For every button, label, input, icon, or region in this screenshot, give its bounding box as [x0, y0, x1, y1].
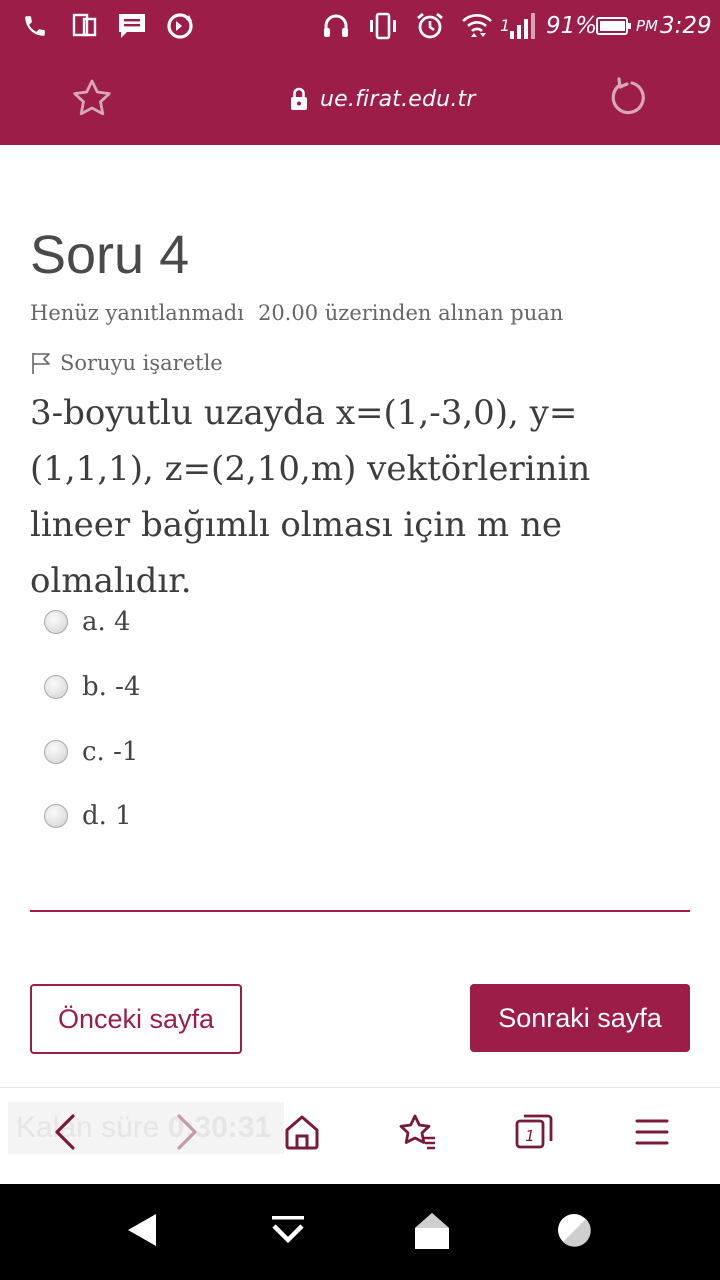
bookmarks-icon[interactable]: [396, 1110, 440, 1154]
system-nav-bar: [0, 1184, 720, 1280]
answer-label: b. -4: [82, 672, 141, 702]
answer-label: a. 4: [82, 607, 131, 637]
url-text: ue.firat.edu.tr: [320, 86, 476, 112]
hide-keyboard-icon[interactable]: [268, 1212, 308, 1252]
flag-label: Soruyu işaretle: [60, 351, 223, 375]
battery-icon: [596, 10, 632, 42]
question-content: Soru 4 Henüz yanıtlanmadı 20.00 üzerinden…: [0, 145, 720, 1087]
battery-percent: 91%: [546, 13, 598, 39]
signal-label: 1: [500, 16, 511, 35]
alarm-icon: [414, 10, 446, 42]
previous-page-button[interactable]: Önceki sayfa: [30, 984, 242, 1054]
phone-icon: [20, 10, 50, 42]
question-meta: Henüz yanıtlanmadı 20.00 üzerinden alınan…: [30, 301, 563, 325]
star-icon[interactable]: [70, 76, 114, 120]
vibrate-icon: [366, 10, 400, 42]
flag-icon: [32, 353, 50, 374]
headset-icon: [320, 10, 352, 42]
radio-button[interactable]: [44, 675, 68, 699]
wifi-icon: [460, 10, 494, 42]
answer-label: d. 1: [82, 801, 132, 831]
reload-icon[interactable]: [606, 76, 650, 120]
home-pentagon-icon[interactable]: [414, 1212, 454, 1252]
url-row: ue.firat.edu.tr: [0, 52, 720, 145]
radio-button[interactable]: [44, 740, 68, 764]
question-title: Soru 4: [30, 225, 190, 285]
answer-label: c. -1: [82, 737, 139, 767]
browser-top-bar: 1 91% PM 3:29 ue.firat.edu.tr: [0, 0, 720, 145]
question-text: 3-boyutlu uzayda x=(1,-3,0), y=(1,1,1), …: [30, 393, 591, 601]
menu-icon[interactable]: [630, 1110, 674, 1154]
radio-button[interactable]: [44, 804, 68, 828]
answer-option-c[interactable]: c. -1: [44, 737, 138, 767]
answer-option-d[interactable]: d. 1: [44, 801, 132, 831]
dual-screen-icon: [70, 10, 100, 42]
answer-option-a[interactable]: a. 4: [44, 607, 131, 637]
message-icon: [116, 10, 148, 42]
url-field[interactable]: ue.firat.edu.tr: [288, 82, 476, 116]
tabs-icon[interactable]: 1: [512, 1110, 556, 1154]
lock-icon: [291, 87, 307, 110]
answer-option-b[interactable]: b. -4: [44, 672, 141, 702]
radio-button[interactable]: [44, 610, 68, 634]
divider: [30, 910, 690, 912]
back-triangle-icon[interactable]: [126, 1212, 166, 1252]
recents-circle-icon[interactable]: [556, 1212, 596, 1252]
time-ampm: PM: [636, 17, 658, 35]
flag-question-link[interactable]: Soruyu işaretle: [30, 351, 223, 375]
browser-bottom-bar: Kalan süre 0:30:31 1: [0, 1087, 720, 1185]
question-status: Henüz yanıtlanmadı: [30, 301, 244, 325]
next-page-button[interactable]: Sonraki sayfa: [470, 984, 690, 1052]
status-bar: 1 91% PM 3:29: [0, 0, 720, 52]
home-icon[interactable]: [280, 1110, 324, 1154]
back-icon[interactable]: [44, 1110, 88, 1154]
clock-time: 3:29: [660, 13, 712, 39]
tabs-count: 1: [525, 1127, 535, 1145]
question-points: 20.00 üzerinden alınan puan: [257, 301, 564, 325]
forward-icon[interactable]: [164, 1110, 208, 1154]
sync-icon: [164, 10, 196, 42]
